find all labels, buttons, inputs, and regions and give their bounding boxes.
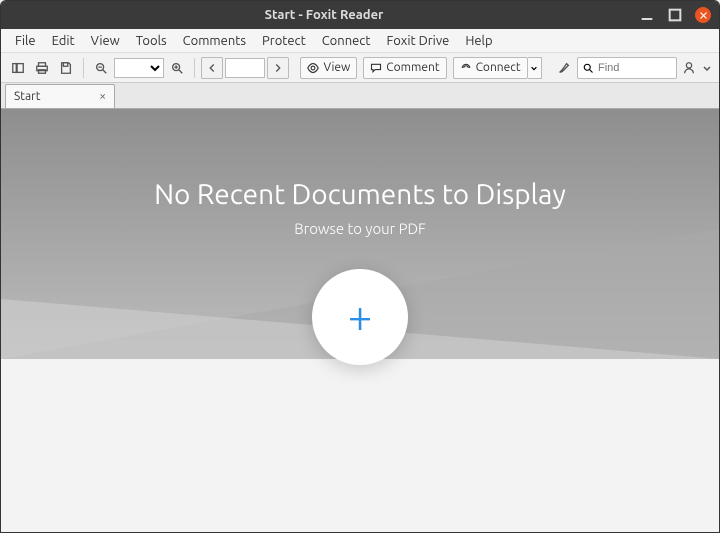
connect-label: Connect bbox=[476, 61, 521, 74]
zoom-out-button[interactable] bbox=[90, 57, 112, 79]
titlebar: Start - Foxit Reader bbox=[1, 1, 719, 29]
tab-start[interactable]: Start × bbox=[5, 84, 115, 108]
menu-edit[interactable]: Edit bbox=[44, 32, 83, 50]
app-window: Start - Foxit Reader File Edit View Tool… bbox=[0, 0, 720, 533]
connect-dropdown[interactable] bbox=[528, 57, 542, 79]
close-button[interactable] bbox=[695, 7, 711, 23]
find-box[interactable] bbox=[577, 57, 677, 79]
view-mode-button[interactable]: View bbox=[300, 57, 357, 79]
menu-tools[interactable]: Tools bbox=[128, 32, 175, 50]
connect-button[interactable]: Connect bbox=[453, 57, 528, 79]
find-input[interactable] bbox=[598, 62, 668, 74]
user-account-button[interactable] bbox=[679, 58, 699, 78]
tab-label: Start bbox=[14, 90, 40, 103]
start-hero-text: No Recent Documents to Display Browse to… bbox=[1, 179, 719, 237]
open-pdf-button[interactable]: + bbox=[312, 269, 408, 365]
comment-label: Comment bbox=[386, 61, 439, 74]
menu-protect[interactable]: Protect bbox=[254, 32, 314, 50]
menu-foxit-drive[interactable]: Foxit Drive bbox=[378, 32, 457, 50]
start-heading: No Recent Documents to Display bbox=[1, 179, 719, 210]
page-number-input[interactable] bbox=[225, 58, 265, 78]
next-page-button[interactable] bbox=[267, 57, 289, 79]
menubar: File Edit View Tools Comments Protect Co… bbox=[1, 29, 719, 53]
zoom-level-select[interactable] bbox=[114, 58, 164, 78]
start-page: No Recent Documents to Display Browse to… bbox=[1, 109, 719, 532]
tab-close-button[interactable]: × bbox=[99, 90, 106, 103]
print-button[interactable] bbox=[31, 57, 53, 79]
menu-connect[interactable]: Connect bbox=[314, 32, 379, 50]
tabstrip: Start × bbox=[1, 83, 719, 109]
search-icon bbox=[582, 62, 594, 74]
view-mode-label: View bbox=[323, 61, 350, 74]
separator bbox=[83, 58, 84, 78]
window-controls bbox=[639, 7, 711, 23]
toolbar: View Comment Connect bbox=[1, 53, 719, 83]
separator bbox=[194, 58, 195, 78]
start-subheading: Browse to your PDF bbox=[1, 220, 719, 237]
previous-page-button[interactable] bbox=[201, 57, 223, 79]
menu-comments[interactable]: Comments bbox=[175, 32, 254, 50]
menu-view[interactable]: View bbox=[83, 32, 128, 50]
zoom-in-button[interactable] bbox=[166, 57, 188, 79]
menu-file[interactable]: File bbox=[7, 32, 44, 50]
plus-icon: + bbox=[348, 295, 373, 339]
open-file-button[interactable] bbox=[7, 57, 29, 79]
comment-button[interactable]: Comment bbox=[363, 57, 446, 79]
minimize-button[interactable] bbox=[639, 7, 655, 23]
highlight-button[interactable] bbox=[553, 57, 575, 79]
save-button[interactable] bbox=[55, 57, 77, 79]
window-title: Start - Foxit Reader bbox=[9, 8, 639, 22]
user-dropdown[interactable] bbox=[701, 57, 713, 79]
maximize-button[interactable] bbox=[667, 7, 683, 23]
menu-help[interactable]: Help bbox=[457, 32, 500, 50]
